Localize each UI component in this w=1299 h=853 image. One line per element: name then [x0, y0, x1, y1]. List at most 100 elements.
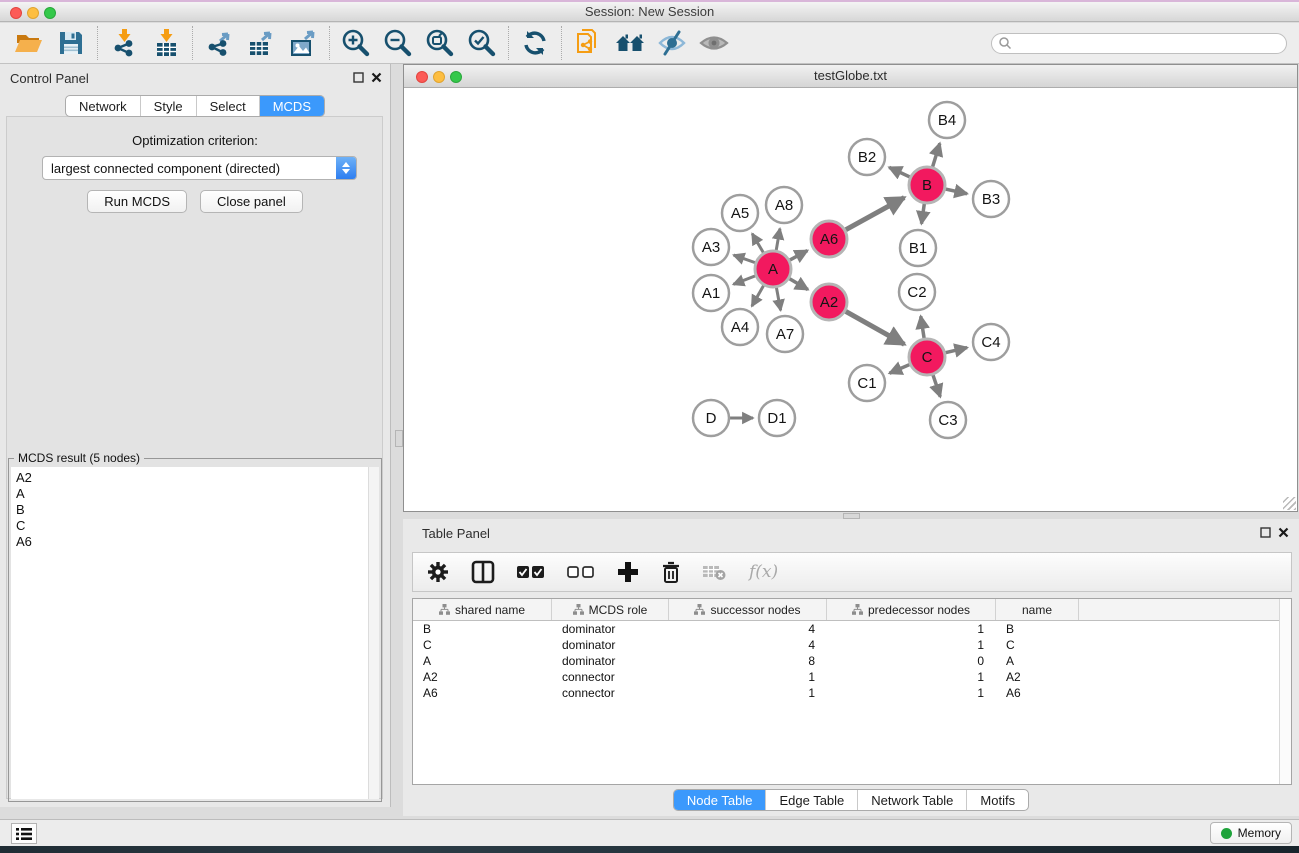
- tab-mcds[interactable]: MCDS: [259, 96, 324, 116]
- zoom-out-button[interactable]: [377, 25, 419, 61]
- import-table-button[interactable]: [145, 25, 187, 61]
- cell-MCDS-role[interactable]: connector: [552, 685, 669, 701]
- cell-predecessor-nodes[interactable]: 1: [827, 669, 996, 685]
- clone-network-button[interactable]: [567, 25, 609, 61]
- graph-edge-A-A4[interactable]: [752, 286, 764, 307]
- cell-name[interactable]: B: [996, 621, 1079, 637]
- cell-predecessor-nodes[interactable]: 1: [827, 621, 996, 637]
- tab-network-table[interactable]: Network Table: [857, 790, 966, 810]
- cell-MCDS-role[interactable]: connector: [552, 669, 669, 685]
- graph-edge-A-A8[interactable]: [776, 229, 780, 251]
- result-item-a6[interactable]: A6: [16, 534, 368, 550]
- network-window-titlebar[interactable]: testGlobe.txt: [404, 65, 1297, 88]
- table-row[interactable]: Adominator80A: [413, 653, 1291, 669]
- column-header-predecessor-nodes[interactable]: predecessor nodes: [827, 599, 996, 620]
- graph-edge-B-B2[interactable]: [889, 167, 910, 177]
- graph-edge-C-C2[interactable]: [921, 316, 924, 338]
- add-icon[interactable]: [617, 561, 639, 583]
- graph-edge-A2-C[interactable]: [846, 311, 905, 344]
- export-table-button[interactable]: [240, 25, 282, 61]
- column-header-name[interactable]: name: [996, 599, 1079, 620]
- run-mcds-button[interactable]: Run MCDS: [87, 190, 187, 213]
- cell-MCDS-role[interactable]: dominator: [552, 653, 669, 669]
- cell-successor-nodes[interactable]: 4: [669, 621, 827, 637]
- graph-edge-A6-B[interactable]: [846, 198, 905, 230]
- network-close-button[interactable]: [416, 71, 428, 83]
- task-history-button[interactable]: [11, 823, 37, 844]
- open-session-button[interactable]: [8, 25, 50, 61]
- graph-edge-A-A2[interactable]: [789, 279, 808, 290]
- float-panel-icon[interactable]: [353, 72, 364, 83]
- column-header-shared-name[interactable]: shared name: [413, 599, 552, 620]
- cell-predecessor-nodes[interactable]: 1: [827, 685, 996, 701]
- cell-name[interactable]: A: [996, 653, 1079, 669]
- search-input[interactable]: [1012, 35, 1286, 52]
- graph-edge-C-C4[interactable]: [945, 348, 967, 353]
- graph-edge-C-C3[interactable]: [933, 375, 940, 397]
- tab-select[interactable]: Select: [196, 96, 259, 116]
- zoom-selected-button[interactable]: [461, 25, 503, 61]
- result-item-a2[interactable]: A2: [16, 470, 368, 486]
- cell-successor-nodes[interactable]: 8: [669, 653, 827, 669]
- close-panel-icon[interactable]: [1278, 527, 1289, 538]
- table-row[interactable]: Bdominator41B: [413, 621, 1291, 637]
- table-scrollbar[interactable]: [1279, 599, 1291, 784]
- graph-edge-B-B1[interactable]: [921, 204, 924, 224]
- cell-name[interactable]: A2: [996, 669, 1079, 685]
- refresh-layout-button[interactable]: [514, 25, 556, 61]
- graph-edge-A-A6[interactable]: [790, 251, 808, 260]
- close-window-button[interactable]: [10, 7, 22, 19]
- tab-style[interactable]: Style: [140, 96, 196, 116]
- cell-successor-nodes[interactable]: 1: [669, 685, 827, 701]
- graph-edge-A-A1[interactable]: [733, 276, 755, 284]
- cell-predecessor-nodes[interactable]: 0: [827, 653, 996, 669]
- cell-shared-name[interactable]: C: [413, 637, 552, 653]
- tab-network[interactable]: Network: [66, 96, 140, 116]
- graph-edge-A-A7[interactable]: [776, 288, 780, 311]
- delete-table-icon[interactable]: [703, 563, 727, 581]
- column-header-MCDS-role[interactable]: MCDS role: [552, 599, 669, 620]
- close-panel-button[interactable]: Close panel: [200, 190, 303, 213]
- optimization-criterion-select[interactable]: largest connected component (directed): [42, 156, 357, 180]
- export-network-button[interactable]: [198, 25, 240, 61]
- function-builder-button[interactable]: f(x): [749, 562, 778, 582]
- show-graphics-details-button[interactable]: [693, 25, 735, 61]
- window-resize-grip[interactable]: [1283, 497, 1296, 510]
- mcds-result-list[interactable]: A2ABCA6: [11, 467, 368, 799]
- table-row[interactable]: Cdominator41C: [413, 637, 1291, 653]
- cell-successor-nodes[interactable]: 1: [669, 669, 827, 685]
- tab-node-table[interactable]: Node Table: [674, 790, 766, 810]
- zoom-in-button[interactable]: [335, 25, 377, 61]
- cell-MCDS-role[interactable]: dominator: [552, 637, 669, 653]
- cell-MCDS-role[interactable]: dominator: [552, 621, 669, 637]
- graph-edge-C-C1[interactable]: [889, 365, 909, 374]
- zoom-window-button[interactable]: [44, 7, 56, 19]
- save-session-button[interactable]: [50, 25, 92, 61]
- export-image-button[interactable]: [282, 25, 324, 61]
- table-row[interactable]: A2connector11A2: [413, 669, 1291, 685]
- result-item-b[interactable]: B: [16, 502, 368, 518]
- memory-button[interactable]: Memory: [1210, 822, 1292, 844]
- cell-successor-nodes[interactable]: 4: [669, 637, 827, 653]
- graph-edge-B-B3[interactable]: [946, 189, 968, 194]
- graph-edge-A-A5[interactable]: [752, 234, 763, 253]
- minimize-window-button[interactable]: [27, 7, 39, 19]
- hide-graphics-details-button[interactable]: [651, 25, 693, 61]
- delete-icon[interactable]: [661, 561, 681, 584]
- splitter-handle-vertical[interactable]: [395, 430, 403, 447]
- import-network-button[interactable]: [103, 25, 145, 61]
- split-columns-icon[interactable]: [471, 560, 495, 584]
- clear-checkboxes-icon[interactable]: [567, 566, 595, 579]
- cell-shared-name[interactable]: A2: [413, 669, 552, 685]
- close-panel-icon[interactable]: [371, 72, 382, 83]
- table-row[interactable]: A6connector11A6: [413, 685, 1291, 701]
- result-item-c[interactable]: C: [16, 518, 368, 534]
- gear-icon[interactable]: [427, 561, 449, 583]
- network-canvas[interactable]: AA1A2A3A4A5A6A7A8BB1B2B3B4CC1C2C3C4DD1: [404, 88, 1297, 511]
- first-neighbors-button[interactable]: [609, 25, 651, 61]
- tab-motifs[interactable]: Motifs: [966, 790, 1028, 810]
- network-zoom-button[interactable]: [450, 71, 462, 83]
- zoom-fit-button[interactable]: [419, 25, 461, 61]
- tab-edge-table[interactable]: Edge Table: [765, 790, 857, 810]
- cell-shared-name[interactable]: B: [413, 621, 552, 637]
